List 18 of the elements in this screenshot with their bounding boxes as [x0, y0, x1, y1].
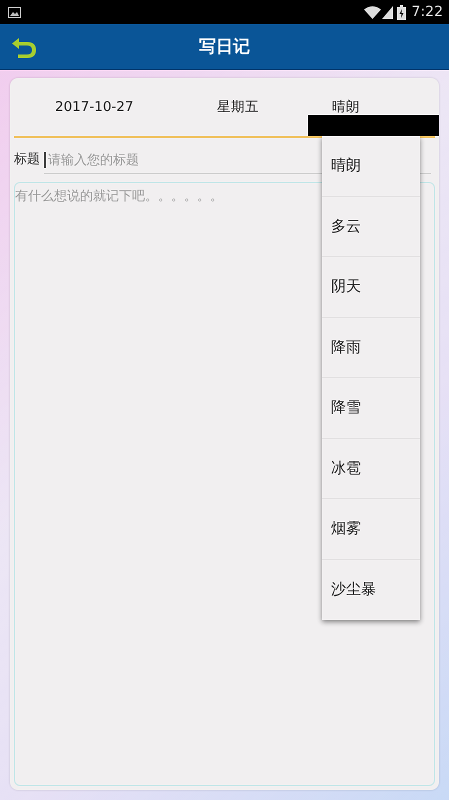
weather-option[interactable]: 晴朗: [322, 136, 420, 196]
wifi-icon: [364, 6, 381, 18]
weather-option[interactable]: 多云: [322, 196, 420, 257]
weather-option[interactable]: 降雪: [322, 378, 420, 438]
date-text: 2017-10-27: [55, 99, 134, 115]
weather-option[interactable]: 烟雾: [322, 499, 420, 560]
signal-icon: [382, 6, 393, 18]
weather-option[interactable]: 降雨: [322, 318, 420, 378]
weather-option[interactable]: 沙尘暴: [322, 560, 420, 620]
title-label: 标题: [14, 151, 40, 168]
image-icon: [8, 6, 21, 18]
screen-title: 写日记: [199, 36, 250, 58]
status-time: 7:22: [412, 4, 443, 20]
weekday-text: 星期五: [217, 98, 260, 116]
battery-icon: [396, 4, 406, 20]
weather-spinner[interactable]: 晴朗: [332, 98, 435, 116]
weather-option[interactable]: 冰雹: [322, 438, 420, 499]
weather-option[interactable]: 阴天: [322, 257, 420, 318]
